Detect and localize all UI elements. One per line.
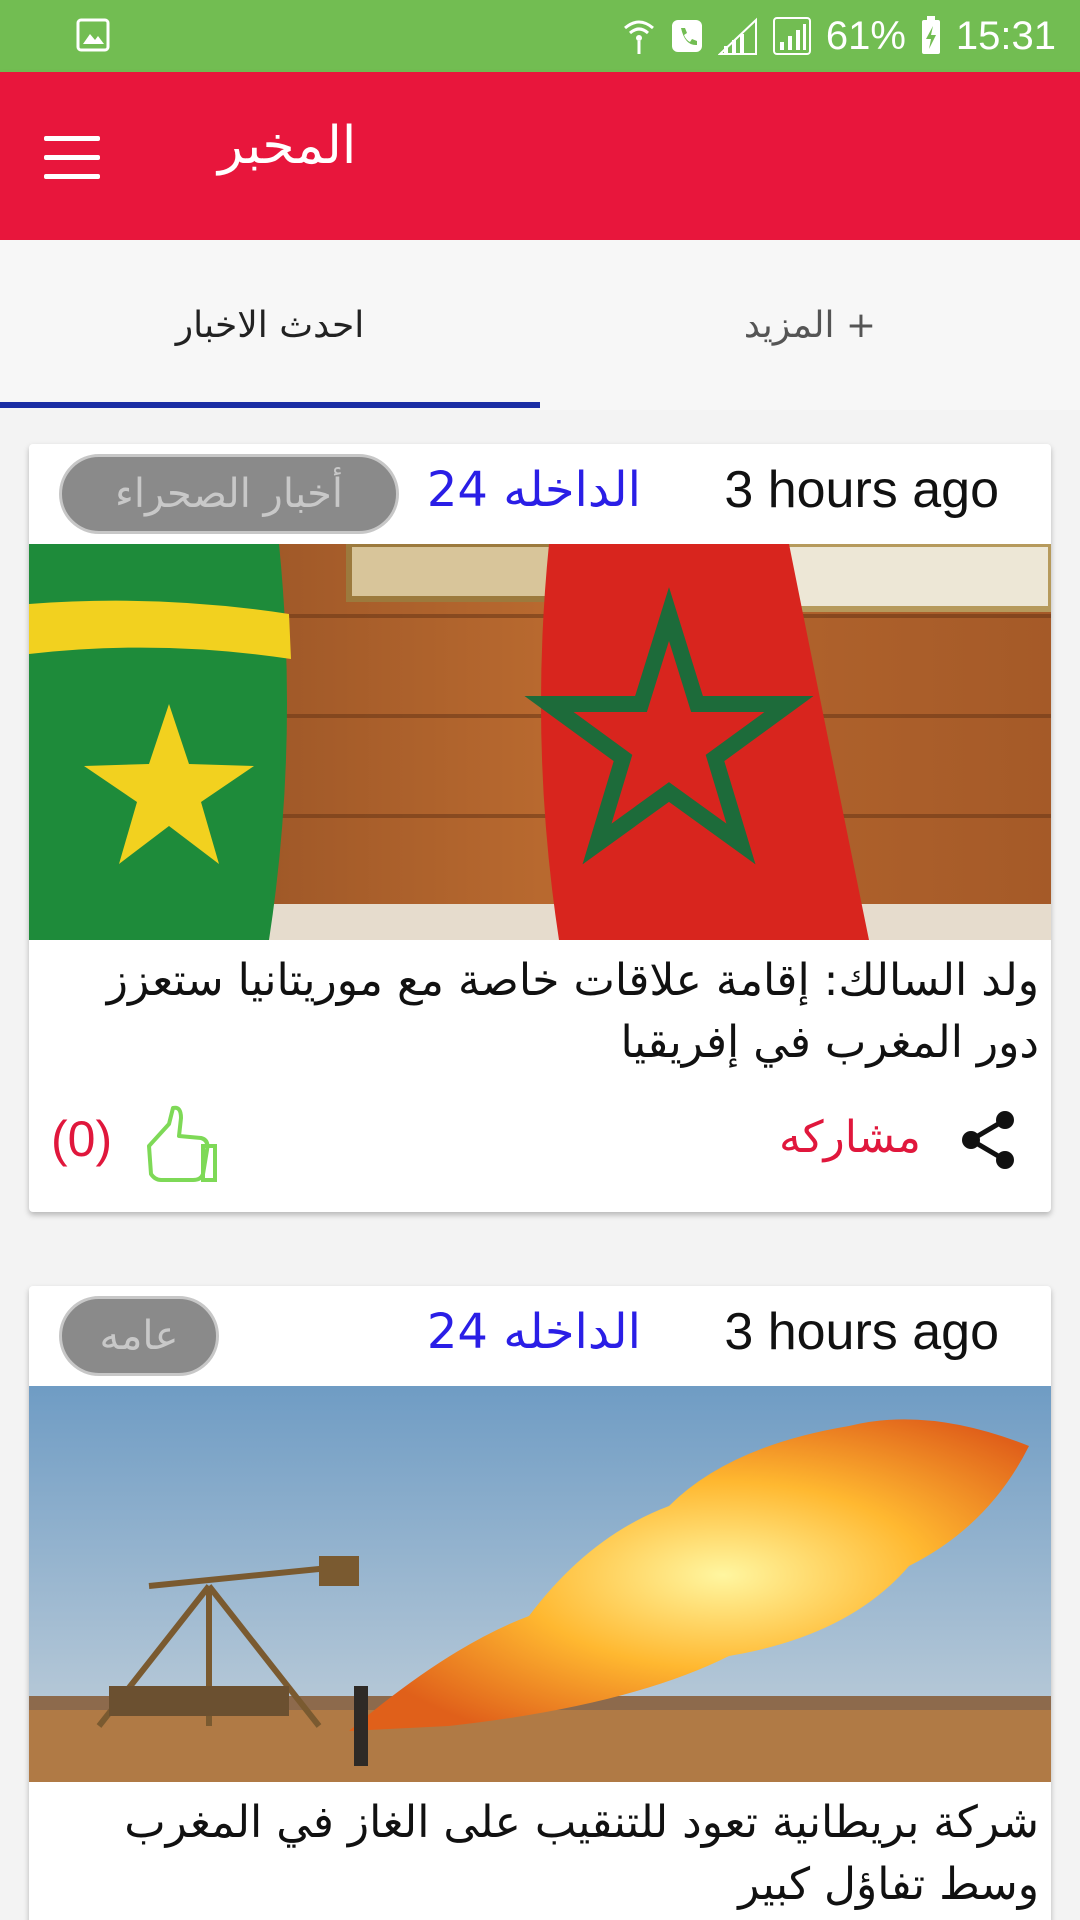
news-feed[interactable]: 3 hours ago الداخله 24 أخبار الصحراء ولد… bbox=[0, 410, 1080, 1920]
signal-icon-2 bbox=[772, 17, 811, 55]
share-button[interactable]: مشاركه bbox=[779, 1112, 921, 1163]
news-card[interactable]: 3 hours ago الداخله 24 أخبار الصحراء ولد… bbox=[29, 444, 1051, 1212]
tab-bar: احدث الاخبار المزيد + bbox=[0, 240, 1080, 410]
hamburger-icon[interactable] bbox=[44, 136, 100, 180]
category-badge[interactable]: أخبار الصحراء bbox=[59, 454, 399, 534]
battery-percent: 61% bbox=[825, 13, 906, 58]
tab-indicator bbox=[0, 402, 540, 408]
time-ago: 3 hours ago bbox=[724, 461, 999, 519]
article-headline[interactable]: ولد السالك: إقامة علاقات خاصة مع موريتان… bbox=[55, 950, 1039, 1074]
clock: 15:31 bbox=[955, 13, 1056, 58]
tab-latest-news[interactable]: احدث الاخبار bbox=[0, 240, 540, 410]
card-header: 3 hours ago الداخله 24 عامه bbox=[29, 1286, 1051, 1386]
thumbs-up-icon[interactable] bbox=[139, 1102, 223, 1186]
status-bar: 61% 15:31 bbox=[0, 0, 1080, 72]
call-icon bbox=[671, 20, 702, 52]
card-header: 3 hours ago الداخله 24 أخبار الصحراء bbox=[29, 444, 1051, 544]
source-label: الداخله 24 bbox=[426, 1304, 641, 1360]
status-icons: 61% 15:31 bbox=[622, 0, 1056, 72]
category-badge[interactable]: عامه bbox=[59, 1296, 219, 1376]
wifi-icon bbox=[623, 20, 654, 54]
app-title: المخبر bbox=[218, 116, 357, 176]
card-actions: مشاركه (0) bbox=[29, 1094, 1051, 1194]
like-count: (0) bbox=[51, 1111, 113, 1167]
tab-more[interactable]: المزيد + bbox=[540, 240, 1080, 410]
battery-charging-icon bbox=[921, 16, 940, 54]
gallery-notification-icon bbox=[76, 18, 110, 52]
article-headline[interactable]: شركة بريطانية تعود للتنقيب على الغاز في … bbox=[55, 1792, 1039, 1916]
article-image[interactable] bbox=[29, 1386, 1051, 1782]
article-image[interactable] bbox=[29, 544, 1051, 940]
news-card[interactable]: 3 hours ago الداخله 24 عامه شركة بريطاني… bbox=[29, 1286, 1051, 1920]
time-ago: 3 hours ago bbox=[724, 1303, 999, 1361]
app-bar: المخبر bbox=[0, 72, 1080, 240]
signal-icon bbox=[717, 17, 757, 55]
source-label: الداخله 24 bbox=[426, 462, 641, 518]
share-icon[interactable] bbox=[957, 1108, 1021, 1172]
